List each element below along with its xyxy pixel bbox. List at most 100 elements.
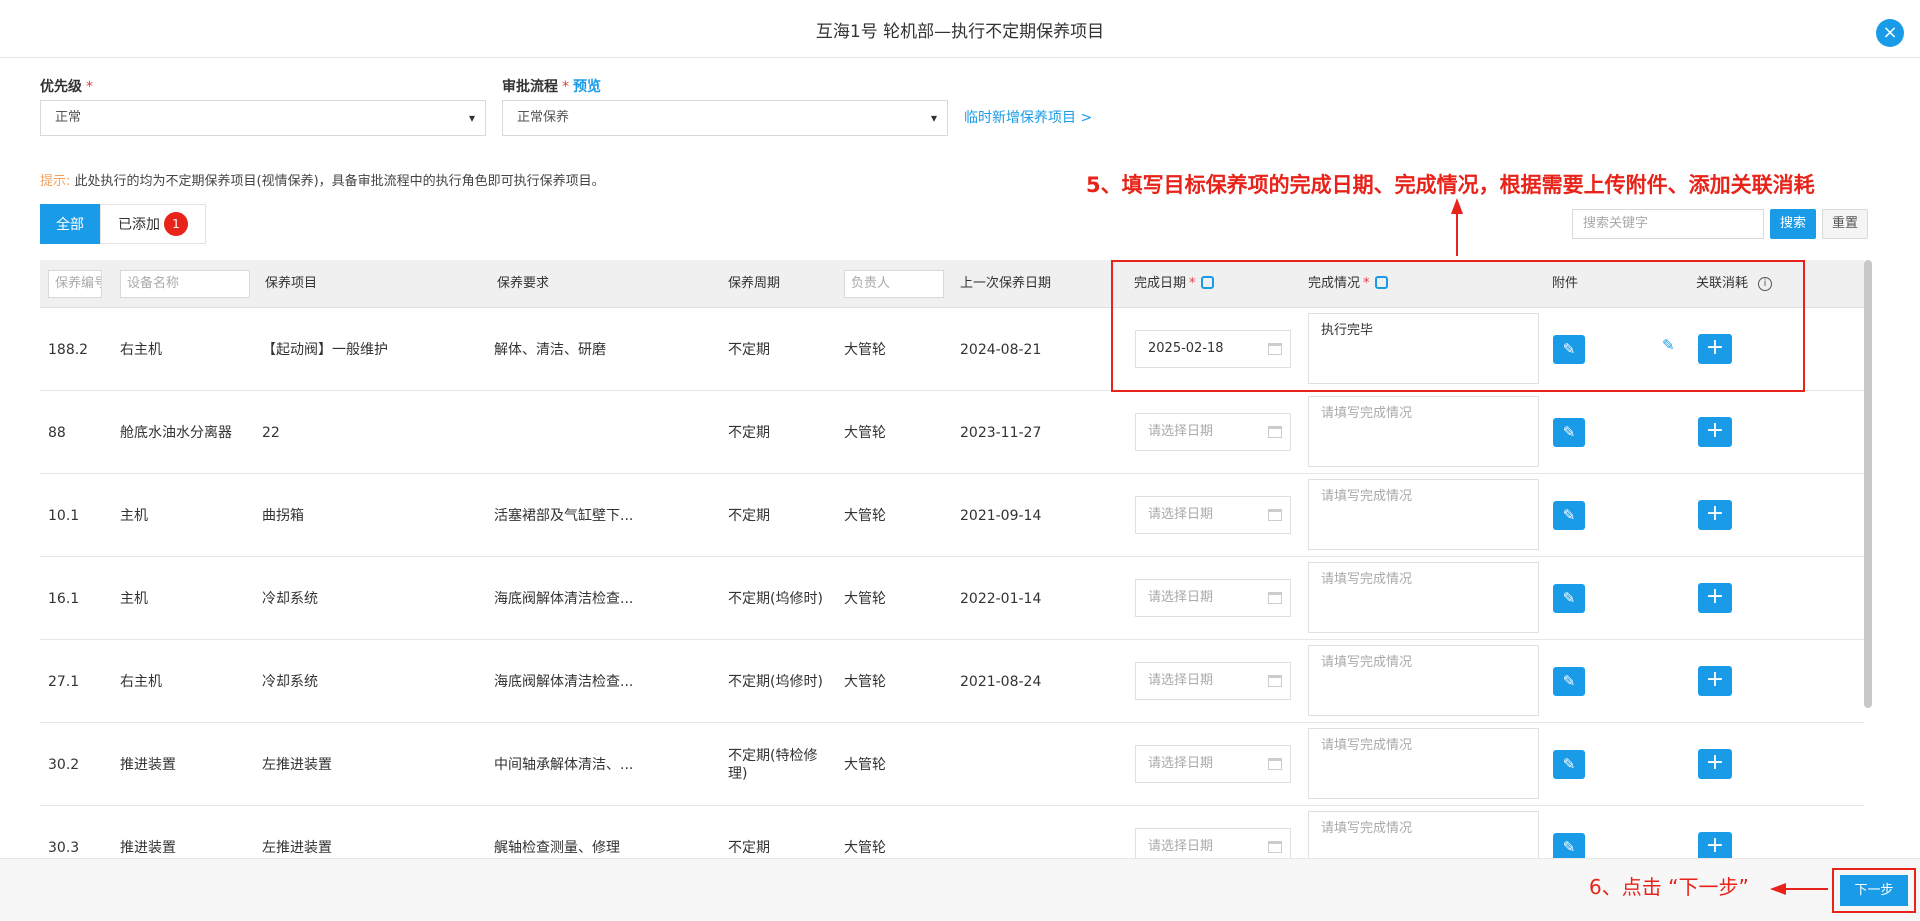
add-consumption-button[interactable]: +: [1698, 749, 1732, 779]
cell-cycle: 不定期(坞修时): [728, 673, 823, 690]
table-row: 10.1 主机 曲拐箱 活塞裙部及气缸壁下... 不定期 大管轮 2021-09-14 请选择…: [40, 474, 1864, 557]
cell-last-date: 2021-08-24: [960, 673, 1042, 690]
table-row: 30.2 推进装置 左推进装置 中间轴承解体清洁、... 不定期(特检修理) 大管轮 请选择…: [40, 723, 1864, 806]
cell-code: 188.2: [48, 341, 89, 358]
annotation-arrow-left: [1770, 883, 1828, 895]
done-status-textarea[interactable]: 请填写完成情况: [1308, 396, 1539, 467]
approval-label: 审批流程 * 预览: [502, 79, 601, 95]
cell-device: 右主机: [120, 341, 162, 358]
paperclip-icon: ✎: [1562, 755, 1576, 773]
cell-requirement: [494, 391, 714, 474]
add-consumption-button[interactable]: +: [1698, 666, 1732, 696]
search-input[interactable]: 搜索关键字: [1572, 209, 1764, 239]
calendar-icon: [1268, 841, 1282, 853]
cell-cycle: 不定期: [728, 507, 770, 524]
add-consumption-button[interactable]: +: [1698, 500, 1732, 530]
tab-added[interactable]: 已添加 1: [100, 204, 206, 244]
table-row: 88 舱底水油水分离器 22 不定期 大管轮 2023-11-27 请选择日期 请填写完成情况…: [40, 391, 1864, 474]
calendar-icon: [1268, 675, 1282, 687]
approval-preview-link[interactable]: 预览: [573, 79, 601, 95]
priority-select[interactable]: 正常 ▾: [40, 100, 486, 136]
done-date-input[interactable]: 请选择日期: [1135, 745, 1291, 783]
plus-icon: +: [1705, 667, 1725, 692]
added-count-badge: 1: [164, 212, 188, 236]
close-button[interactable]: ×: [1876, 19, 1904, 47]
cell-item: 左推进装置: [262, 756, 332, 773]
cell-owner: 大管轮: [844, 507, 886, 524]
attach-button[interactable]: ✎: [1553, 667, 1585, 696]
table-row: 16.1 主机 冷却系统 海底阀解体清洁检查... 不定期(坞修时) 大管轮 2022-01…: [40, 557, 1864, 640]
next-step-button[interactable]: 下一步: [1840, 875, 1908, 906]
annotation-step6: 6、点击 “下一步”: [1589, 875, 1749, 899]
cell-item: 22: [262, 424, 280, 441]
cell-requirement: 中间轴承解体清洁、...: [494, 756, 634, 773]
attach-button[interactable]: ✎: [1553, 584, 1585, 613]
annotation-step5: 5、填写目标保养项的完成日期、完成情况，根据需要上传附件、添加关联消耗: [1086, 173, 1815, 197]
annotation-arrow-up: [1451, 198, 1463, 256]
cell-owner: 大管轮: [844, 341, 886, 358]
table-row: 27.1 右主机 冷却系统 海底阀解体清洁检查... 不定期(坞修时) 大管轮 2021-0…: [40, 640, 1864, 723]
search-button[interactable]: 搜索: [1770, 209, 1816, 239]
cell-code: 27.1: [48, 673, 80, 690]
done-date-input[interactable]: 请选择日期: [1135, 662, 1291, 700]
code-filter-input[interactable]: 保养编号: [48, 270, 102, 298]
attach-button[interactable]: ✎: [1553, 501, 1585, 530]
cell-item: 冷却系统: [262, 590, 318, 607]
cell-device: 主机: [120, 590, 148, 607]
cell-owner: 大管轮: [844, 590, 886, 607]
done-status-textarea[interactable]: 请填写完成情况: [1308, 479, 1539, 550]
cell-device: 推进装置: [120, 756, 176, 773]
cell-last-date: 2024-08-21: [960, 341, 1042, 358]
header-last-date: 上一次保养日期: [960, 276, 1052, 291]
header-cycle: 保养周期: [728, 276, 781, 291]
cell-item: 冷却系统: [262, 673, 318, 690]
approval-select[interactable]: 正常保养 ▾: [502, 100, 948, 136]
plus-icon: +: [1705, 750, 1725, 775]
done-status-textarea[interactable]: 请填写完成情况: [1308, 728, 1539, 799]
cell-item: 曲拐箱: [262, 507, 304, 524]
close-icon[interactable]: ×: [1882, 22, 1897, 43]
highlight-box: [1111, 260, 1805, 392]
add-consumption-button[interactable]: +: [1698, 583, 1732, 613]
cell-requirement: 解体、清洁、研磨: [494, 341, 606, 358]
plus-icon: +: [1705, 584, 1725, 609]
cell-code: 88: [48, 424, 66, 441]
done-date-input[interactable]: 请选择日期: [1135, 496, 1291, 534]
attach-button[interactable]: ✎: [1553, 750, 1585, 779]
header-requirement: 保养要求: [497, 276, 550, 291]
attach-button[interactable]: ✎: [1553, 418, 1585, 447]
owner-filter-input[interactable]: 负责人: [844, 270, 944, 298]
plus-icon: +: [1705, 833, 1725, 858]
cell-owner: 大管轮: [844, 756, 886, 773]
tab-all[interactable]: 全部: [40, 204, 100, 244]
done-status-textarea[interactable]: 请填写完成情况: [1308, 562, 1539, 633]
plus-icon: +: [1705, 418, 1725, 443]
cell-last-date: 2023-11-27: [960, 424, 1042, 441]
calendar-icon: [1268, 509, 1282, 521]
temp-add-item-link[interactable]: 临时新增保养项目 >: [964, 107, 1092, 127]
cell-cycle: 不定期(坞修时): [728, 590, 823, 607]
add-consumption-button[interactable]: +: [1698, 417, 1732, 447]
cell-last-date: [960, 723, 1110, 806]
cell-cycle: 不定期: [728, 341, 770, 358]
cell-last-date: 2021-09-14: [960, 507, 1042, 524]
device-filter-input[interactable]: 设备名称: [120, 270, 250, 298]
cell-requirement: 活塞裙部及气缸壁下...: [494, 507, 634, 524]
cell-requirement: 海底阀解体清洁检查...: [494, 590, 634, 607]
cell-code: 16.1: [48, 590, 80, 607]
cell-code: 30.2: [48, 756, 80, 773]
done-date-input[interactable]: 请选择日期: [1135, 413, 1291, 451]
cell-device: 右主机: [120, 673, 162, 690]
done-status-textarea[interactable]: 请填写完成情况: [1308, 645, 1539, 716]
cell-cycle: 不定期: [728, 424, 770, 441]
cell-device: 主机: [120, 507, 148, 524]
dialog-header: 互海1号 轮机部—执行不定期保养项目: [0, 0, 1920, 58]
reset-button[interactable]: 重置: [1822, 209, 1868, 239]
hint-text: 提示: 此处执行的均为不定期保养项目(视情保养)，具备审批流程中的执行角色即可执…: [40, 174, 605, 189]
calendar-icon: [1268, 592, 1282, 604]
paperclip-icon: ✎: [1562, 423, 1576, 441]
done-date-input[interactable]: 请选择日期: [1135, 579, 1291, 617]
cell-last-date: 2022-01-14: [960, 590, 1042, 607]
table-scrollbar[interactable]: [1864, 260, 1872, 708]
cell-requirement: 海底阀解体清洁检查...: [494, 673, 634, 690]
